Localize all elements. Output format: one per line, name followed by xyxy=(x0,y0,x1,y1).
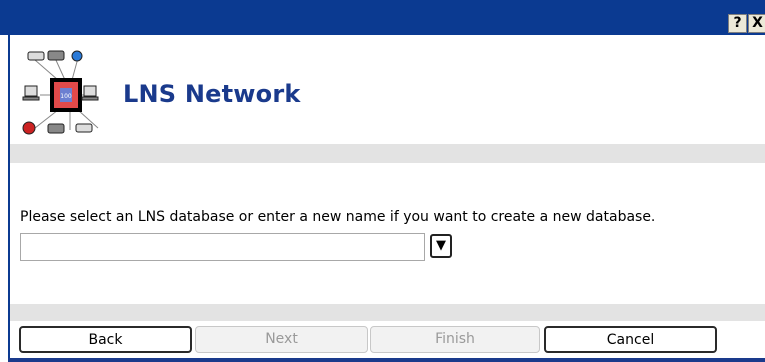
chevron-down-icon: ▼ xyxy=(436,238,446,253)
next-button[interactable]: Next xyxy=(195,326,368,353)
cancel-button[interactable]: Cancel xyxy=(544,326,717,353)
lns-network-logo: 100 xyxy=(20,50,120,138)
title-bar: ? X xyxy=(0,0,765,35)
page-title: LNS Network xyxy=(123,80,301,108)
back-button[interactable]: Back xyxy=(19,326,192,353)
divider-band-bottom xyxy=(10,304,765,321)
help-button[interactable]: ? xyxy=(728,14,747,33)
instruction-text: Please select an LNS database or enter a… xyxy=(20,209,656,225)
logo-label: 100 xyxy=(60,93,72,100)
divider-band-top xyxy=(10,144,765,163)
database-name-input[interactable] xyxy=(20,233,425,261)
close-button[interactable]: X xyxy=(748,14,765,33)
window-bottom-edge xyxy=(8,358,765,362)
finish-button[interactable]: Finish xyxy=(370,326,540,353)
database-dropdown-button[interactable]: ▼ xyxy=(430,234,452,258)
